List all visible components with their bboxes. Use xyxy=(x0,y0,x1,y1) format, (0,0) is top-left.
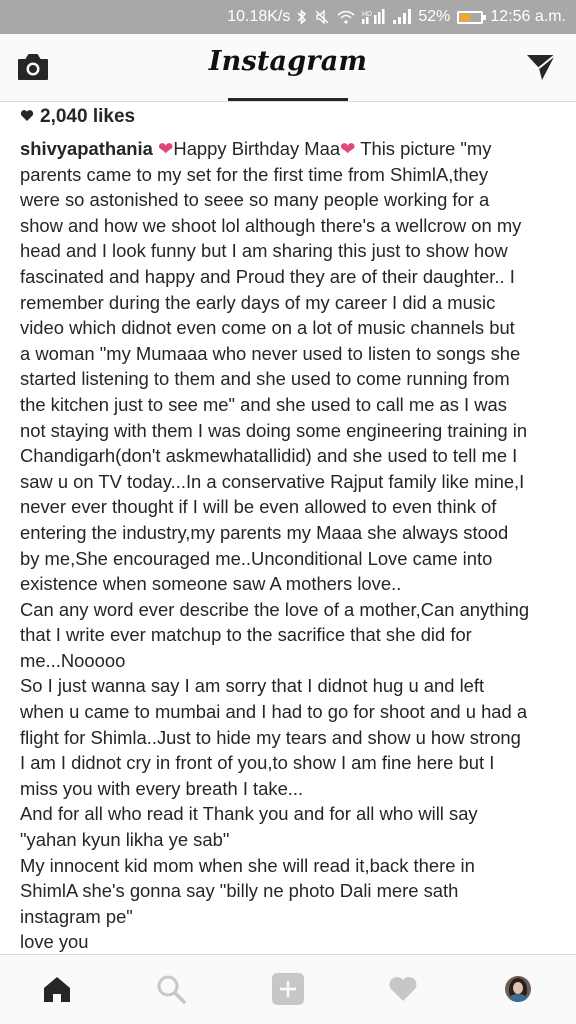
add-post-icon[interactable] xyxy=(270,971,306,1007)
bottom-navigation xyxy=(0,954,576,1024)
network-speed: 10.18K/s xyxy=(227,8,291,25)
caption-line: started listening to them and she used t… xyxy=(20,368,510,390)
caption-line: Can any word ever describe the love of a… xyxy=(20,598,530,620)
caption-line: parents came to my set for the first tim… xyxy=(20,163,489,185)
status-bar: 10.18K/s HD 52% 12:56 a.m. xyxy=(0,0,576,34)
feed-tab-indicator xyxy=(228,98,348,101)
heart-emoji-icon: ❤ xyxy=(340,138,356,159)
caption-line: remember during the early days of my car… xyxy=(20,291,496,313)
caption-line: And for all who read it Thank you and fo… xyxy=(20,803,478,825)
caption-line: not staying with them I was doing some e… xyxy=(20,419,528,441)
likes-count[interactable]: 2,040 likes xyxy=(20,106,135,128)
avatar xyxy=(505,976,531,1002)
caption-line: I am I didnot cry in front of you,to sho… xyxy=(20,752,495,774)
caption-username[interactable]: shivyapathania xyxy=(20,138,153,159)
app-header: Instagram xyxy=(0,34,576,102)
battery-icon xyxy=(457,10,487,24)
heart-emoji-icon: ❤ xyxy=(158,138,174,159)
caption-line: by me,She encouraged me..Unconditional L… xyxy=(20,547,493,569)
caption-line: flight for Shimla..Just to hide my tears… xyxy=(20,726,521,748)
caption-line: Chandigarh(don't askmewhatallidid) and s… xyxy=(20,445,518,467)
wifi-icon xyxy=(337,10,355,24)
caption-line: when u came to mumbai and I had to go fo… xyxy=(20,701,528,723)
caption-line: a woman "my Mumaaa who never used to lis… xyxy=(20,342,521,364)
profile-avatar[interactable] xyxy=(500,971,536,1007)
clock: 12:56 a.m. xyxy=(490,8,566,25)
caption-line: shivyapathania ❤Happy Birthday Maa❤ This… xyxy=(20,136,568,162)
caption-line: video which didnot even come on a lot of… xyxy=(20,317,515,339)
caption-line: entering the industry,my parents my Maaa… xyxy=(20,521,509,543)
caption-line: So I just wanna say I am sorry that I di… xyxy=(20,675,485,697)
post-content: 2,040 likes shivyapathania ❤Happy Birthd… xyxy=(0,102,576,954)
caption-line: "yahan kyun likha ye sab" xyxy=(20,829,230,851)
caption-line: love you xyxy=(20,931,89,953)
caption-line: existence when someone saw A mothers lov… xyxy=(20,573,402,595)
caption-line: ShimlA she's gonna say "billy ne photo D… xyxy=(20,880,459,902)
bluetooth-icon xyxy=(297,9,307,25)
caption-line: show and how we shoot lol although there… xyxy=(20,214,522,236)
signal-icon xyxy=(393,9,412,25)
caption-line: the kitchen just to see me" and she used… xyxy=(20,393,507,415)
caption-line: that I write ever matchup to the sacrifi… xyxy=(20,624,472,646)
mute-icon xyxy=(314,9,330,25)
caption-line: never ever thought if I will be even all… xyxy=(20,496,497,518)
battery-percent: 52% xyxy=(418,8,451,25)
activity-heart-icon[interactable] xyxy=(385,971,421,1007)
search-icon[interactable] xyxy=(153,971,189,1007)
direct-send-icon[interactable] xyxy=(524,52,558,82)
caption-line: saw u on TV today...In a conservative Ra… xyxy=(20,470,525,492)
caption-text: This picture "my xyxy=(355,138,492,159)
instagram-logo: Instagram xyxy=(208,46,368,77)
caption-line: fascinated and happy and Proud they are … xyxy=(20,265,515,287)
caption-line: head and I look funny but I am sharing t… xyxy=(20,240,508,262)
home-icon[interactable] xyxy=(39,971,75,1007)
caption-text: Happy Birthday Maa xyxy=(173,138,341,159)
caption-line: me...Nooooo xyxy=(20,649,126,671)
like-heart-icon xyxy=(20,106,34,128)
caption-line: instagram pe" xyxy=(20,905,133,927)
likes-label: 2,040 likes xyxy=(40,106,136,127)
caption-line: miss you with every breath I take... xyxy=(20,777,304,799)
svg-text:HD: HD xyxy=(362,11,372,18)
hd-signal-icon: HD xyxy=(362,9,386,25)
post-caption: shivyapathania ❤Happy Birthday Maa❤ This… xyxy=(20,136,568,954)
caption-line: My innocent kid mom when she will read i… xyxy=(20,854,475,876)
caption-line: were so astonished to seee so many peopl… xyxy=(20,189,490,211)
